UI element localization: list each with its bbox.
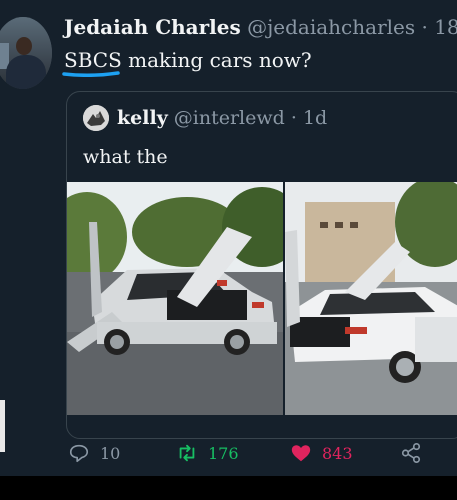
separator-dot: · (421, 15, 428, 39)
retweet-icon (179, 444, 195, 462)
quoted-author-name[interactable]: kelly (117, 107, 168, 129)
tweet-header: Jedaiah Charles @jedaiahcharles · 18h (64, 14, 457, 40)
share-icon (401, 443, 421, 463)
screen-edge (0, 400, 5, 452)
quoted-author-avatar[interactable] (83, 105, 109, 131)
reply-icon (69, 444, 89, 463)
tweet-timestamp[interactable]: 18h (434, 15, 457, 39)
car-photo-right[interactable] (285, 182, 457, 415)
tweet[interactable]: Jedaiah Charles @jedaiahcharles · 18h SB… (0, 0, 457, 476)
like-count: 843 (322, 443, 353, 463)
author-avatar[interactable] (0, 17, 52, 89)
bottom-bar (0, 476, 457, 500)
tweet-actions: 10 176 843 (0, 440, 457, 466)
car-photo-left[interactable] (67, 182, 283, 415)
retweet-button[interactable]: 176 (176, 440, 239, 466)
quoted-author-handle[interactable]: @interlewd (174, 107, 285, 129)
quoted-separator-dot: · (290, 107, 297, 129)
quoted-tweet-text: what the (83, 146, 168, 168)
quoted-tweet-card[interactable]: kelly @interlewd · 1d what the (66, 91, 457, 439)
author-name[interactable]: Jedaiah Charles (64, 15, 241, 39)
quoted-timestamp[interactable]: 1d (303, 107, 327, 129)
quoted-tweet-header: kelly @interlewd · 1d (117, 105, 327, 131)
reply-count: 10 (100, 443, 121, 463)
share-button[interactable] (400, 440, 422, 466)
tweet-text: SBCS making cars now? (64, 48, 312, 72)
reply-button[interactable]: 10 (68, 440, 120, 466)
author-handle[interactable]: @jedaiahcharles (247, 15, 415, 39)
heart-icon (291, 445, 311, 462)
hand-drawn-underline (62, 71, 120, 77)
retweet-count: 176 (208, 443, 239, 463)
like-button[interactable]: 843 (290, 440, 353, 466)
